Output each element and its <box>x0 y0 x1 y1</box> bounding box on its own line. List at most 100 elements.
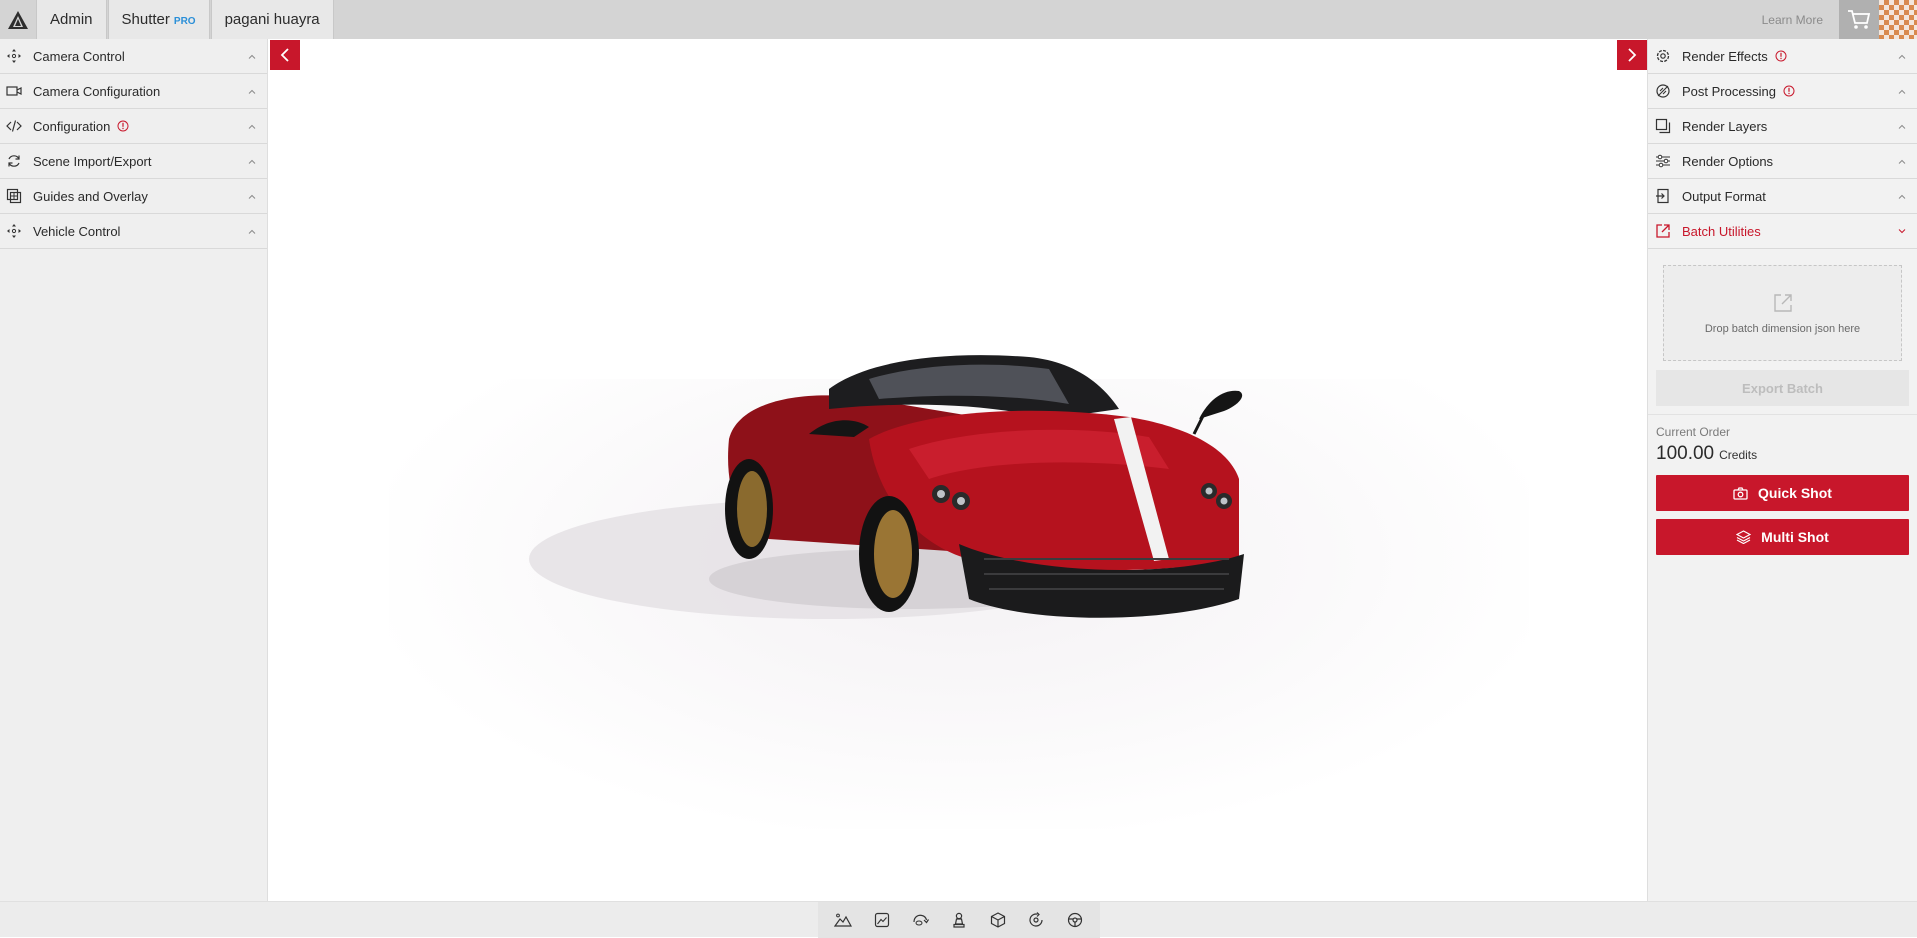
accordion-label-wrap: Configuration <box>33 119 247 134</box>
accordion-configuration[interactable]: Configuration <box>0 109 267 144</box>
external-link-icon <box>1654 222 1672 240</box>
accordion-render-options[interactable]: Render Options <box>1648 144 1917 179</box>
sliders-icon <box>1654 152 1672 170</box>
current-order-label: Current Order <box>1656 425 1731 439</box>
tab-admin-label: Admin <box>50 11 93 28</box>
image-frame-icon <box>874 912 889 928</box>
video-camera-icon <box>5 82 23 100</box>
chevron-up-icon <box>247 121 257 131</box>
chevron-left-icon <box>280 48 289 62</box>
accordion-label: Vehicle Control <box>33 223 121 239</box>
batch-json-dropzone[interactable]: Drop batch dimension json here <box>1663 265 1902 361</box>
chevron-up-icon <box>247 191 257 201</box>
accordion-camera-configuration[interactable]: Camera Configuration <box>0 74 267 109</box>
chevron-up-icon <box>247 156 257 166</box>
chevron-up-icon <box>247 51 257 61</box>
chevron-up-icon <box>1897 156 1907 166</box>
info-icon[interactable] <box>117 120 129 132</box>
multi-shot-label: Multi Shot <box>1761 529 1829 545</box>
tab-vehicle-label: pagani huayra <box>224 11 320 28</box>
orbit-tool-button[interactable] <box>1024 908 1048 932</box>
accordion-batch-utilities[interactable]: Batch Utilities <box>1648 214 1917 249</box>
chevron-up-icon <box>1897 121 1907 131</box>
accordion-label: Render Effects <box>1682 48 1768 64</box>
gear-icon <box>1654 47 1672 65</box>
accordion-vehicle-control[interactable]: Vehicle Control <box>0 214 267 249</box>
info-icon[interactable] <box>1775 50 1787 62</box>
current-order: Current Order 100.00 Credits <box>1648 414 1917 465</box>
rotate-tool-button[interactable] <box>908 908 932 932</box>
right-panel: Render Effects Post Processing Render La… <box>1647 39 1917 901</box>
chevron-up-icon <box>1897 86 1907 96</box>
accordion-label: Configuration <box>33 118 111 134</box>
accordion-label: Scene Import/Export <box>33 153 152 169</box>
file-export-icon <box>1654 187 1672 205</box>
accordion-label: Batch Utilities <box>1682 223 1761 239</box>
accordion-scene-import-export[interactable]: Scene Import/Export <box>0 144 267 179</box>
render-viewport[interactable] <box>269 39 1647 901</box>
steering-wheel-tool-button[interactable] <box>1063 908 1087 932</box>
user-avatar[interactable] <box>1879 0 1917 39</box>
pawn-icon <box>953 912 965 928</box>
tab-shutter-label: Shutter <box>121 11 170 28</box>
chevron-up-icon <box>247 226 257 236</box>
move-icon <box>5 222 23 240</box>
accordion-label: Output Format <box>1682 188 1766 204</box>
credits-unit: Credits <box>1719 448 1758 462</box>
camera-icon <box>1733 486 1748 500</box>
external-link-icon <box>1772 292 1794 317</box>
orbit-icon <box>1029 912 1043 927</box>
steering-wheel-icon <box>1067 912 1082 928</box>
left-panel: Camera Control Camera Configuration Conf… <box>0 39 268 901</box>
top-bar: Admin Shutter PRO pagani huayra Learn Mo… <box>0 0 1917 39</box>
cart-icon <box>1848 9 1871 29</box>
accordion-render-effects[interactable]: Render Effects <box>1648 39 1917 74</box>
collapse-left-panel-button[interactable] <box>270 40 300 70</box>
move-icon <box>5 47 23 65</box>
export-batch-button[interactable]: Export Batch <box>1656 370 1909 406</box>
pro-badge: PRO <box>173 15 196 27</box>
landscape-icon <box>834 913 853 927</box>
rotate-icon <box>913 914 930 926</box>
chevron-right-icon <box>1628 48 1637 62</box>
info-icon[interactable] <box>1783 85 1795 97</box>
tab-admin[interactable]: Admin <box>36 0 107 39</box>
vehicle-render <box>529 355 1244 619</box>
multi-shot-button[interactable]: Multi Shot <box>1656 519 1909 555</box>
tab-shutter[interactable]: Shutter PRO <box>107 0 210 39</box>
accordion-label-wrap: Post Processing <box>1682 84 1897 99</box>
chevron-up-icon <box>247 86 257 96</box>
app-logo[interactable] <box>0 0 36 39</box>
learn-more-link[interactable]: Learn More <box>1746 0 1839 39</box>
dropzone-text: Drop batch dimension json here <box>1704 322 1861 335</box>
code-icon <box>5 117 23 135</box>
accordion-output-format[interactable]: Output Format <box>1648 179 1917 214</box>
cube-tool-button[interactable] <box>986 908 1010 932</box>
quick-shot-button[interactable]: Quick Shot <box>1656 475 1909 511</box>
pawn-tool-button[interactable] <box>947 908 971 932</box>
landscape-tool-button[interactable] <box>831 908 855 932</box>
accordion-label: Guides and Overlay <box>33 188 148 204</box>
accordion-camera-control[interactable]: Camera Control <box>0 39 267 74</box>
bottom-toolbar <box>0 901 1917 938</box>
tab-vehicle[interactable]: pagani huayra <box>210 0 334 39</box>
chevron-up-icon <box>1897 51 1907 61</box>
palette-icon <box>1654 82 1672 100</box>
layers-icon <box>1654 117 1672 135</box>
chevron-up-icon <box>1897 191 1907 201</box>
accordion-guides-and-overlay[interactable]: Guides and Overlay <box>0 179 267 214</box>
accordion-label-wrap: Render Effects <box>1682 49 1897 64</box>
collapse-right-panel-button[interactable] <box>1617 40 1647 70</box>
logo-icon <box>8 10 28 29</box>
credits-amount: 100.00 <box>1656 443 1715 464</box>
accordion-post-processing[interactable]: Post Processing <box>1648 74 1917 109</box>
image-frame-tool-button[interactable] <box>870 908 894 932</box>
cube-icon <box>990 912 1005 928</box>
sync-icon <box>5 152 23 170</box>
accordion-render-layers[interactable]: Render Layers <box>1648 109 1917 144</box>
quick-shot-label: Quick Shot <box>1758 485 1832 501</box>
credits-row: 100.00 Credits <box>1656 443 1909 465</box>
cart-button[interactable] <box>1839 0 1879 39</box>
accordion-label: Camera Configuration <box>33 83 161 99</box>
